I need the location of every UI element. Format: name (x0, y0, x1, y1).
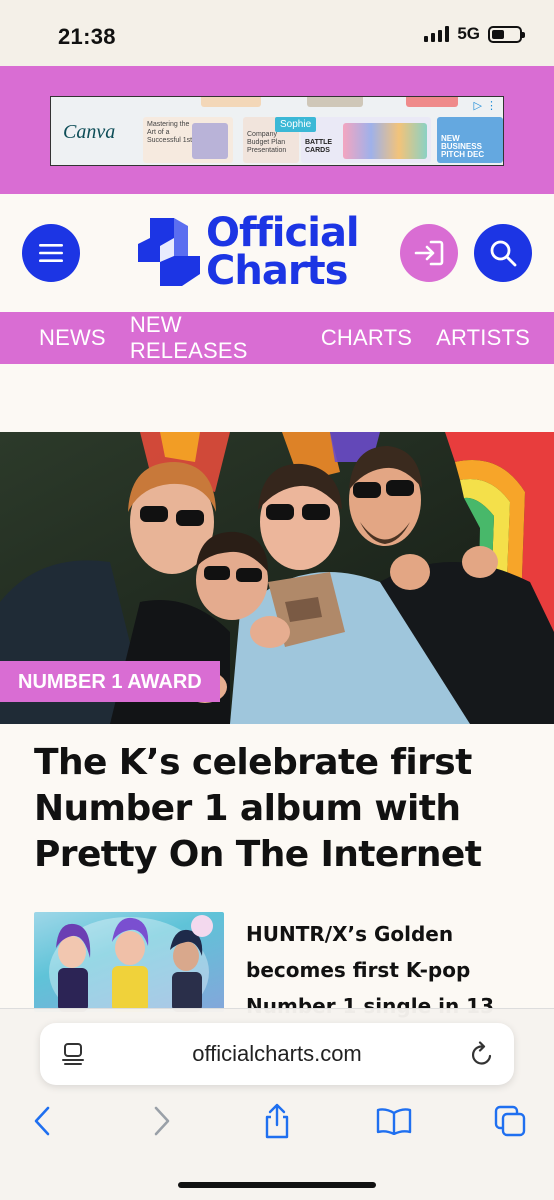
login-icon (414, 240, 444, 266)
nav-artists[interactable]: ARTISTS (436, 325, 530, 351)
ad-card-photo (343, 123, 427, 159)
nav-news[interactable]: NEWS (39, 325, 106, 351)
ad-more-icon[interactable]: ⋮ (486, 99, 497, 112)
back-icon (34, 1106, 50, 1136)
status-time: 21:38 (58, 24, 116, 49)
network-label: 5G (457, 24, 480, 43)
ad-band: Canva Mastering the Art of a Successful … (0, 66, 554, 194)
ad-strip (201, 97, 261, 107)
article-headline[interactable]: The K’s celebrate first Number 1 album w… (34, 740, 514, 878)
ad-brand-logo: Canva (63, 121, 116, 143)
story-item[interactable]: HUNTR/X’s Golden becomes first K-pop Num… (34, 912, 520, 1018)
ad-choices[interactable]: ▷ ⋮ (474, 99, 497, 112)
category-badge[interactable]: NUMBER 1 AWARD (0, 661, 220, 702)
home-indicator[interactable] (178, 1182, 376, 1188)
url-text[interactable]: officialcharts.com (40, 1041, 514, 1067)
ad-strip (307, 97, 363, 107)
reload-icon[interactable] (470, 1041, 494, 1067)
ad-card: BATTLE CARDS (301, 117, 431, 163)
site-logo[interactable]: Official Charts (136, 210, 360, 294)
ad-choices-icon[interactable]: ▷ (474, 99, 482, 112)
forward-icon (154, 1106, 170, 1136)
share-icon (265, 1103, 289, 1139)
share-button[interactable] (255, 1099, 299, 1143)
back-button[interactable] (20, 1099, 64, 1143)
hero-image[interactable]: NUMBER 1 AWARD (0, 432, 554, 724)
signal-icon (424, 26, 450, 42)
logo-wordmark: Official Charts (206, 210, 360, 294)
menu-button[interactable] (22, 224, 80, 282)
ad-banner[interactable]: Canva Mastering the Art of a Successful … (50, 96, 504, 166)
story-thumbnail-art (49, 915, 213, 1012)
status-indicators: 5G (424, 24, 525, 44)
browser-nav-buttons (0, 1099, 554, 1159)
site-header: Official Charts (0, 194, 554, 312)
story-thumbnail[interactable] (34, 912, 224, 1012)
ad-strip (406, 97, 458, 107)
bookmarks-button[interactable] (372, 1099, 416, 1143)
status-bar: 21:38 5G (0, 0, 554, 66)
bookmarks-icon (376, 1108, 412, 1135)
ad-card-photo (192, 123, 228, 159)
search-button[interactable] (474, 224, 532, 282)
forward-button[interactable] (140, 1099, 184, 1143)
browser-toolbar: officialcharts.com (0, 1008, 554, 1200)
battery-icon (488, 25, 525, 43)
logo-line2: Charts (206, 248, 348, 294)
ad-tag: Sophie (275, 117, 317, 132)
main-nav: NEWS NEW RELEASES CHARTS ARTISTS (0, 312, 554, 364)
ad-card: Mastering the Art of a Successful 1st (143, 117, 233, 163)
ad-card: NEW BUSINESS PITCH DEC (437, 117, 503, 163)
tabs-icon (494, 1105, 526, 1137)
logo-line1: Official (206, 210, 360, 256)
ad-card-text: BATTLE CARDS (305, 139, 333, 154)
login-button[interactable] (400, 224, 458, 282)
logo-mark-icon (138, 218, 200, 286)
nav-new-releases[interactable]: NEW RELEASES (130, 312, 297, 364)
ad-card-text: Mastering the Art of a Successful 1st (147, 121, 193, 144)
nav-charts[interactable]: CHARTS (321, 325, 412, 351)
address-bar[interactable]: officialcharts.com (40, 1023, 514, 1085)
ad-card-text: Company Budget Plan Presentation (247, 131, 287, 154)
ad-card-text: NEW BUSINESS PITCH DEC (441, 134, 485, 159)
menu-icon (39, 244, 63, 262)
tabs-button[interactable] (488, 1099, 532, 1143)
search-icon (490, 240, 517, 267)
